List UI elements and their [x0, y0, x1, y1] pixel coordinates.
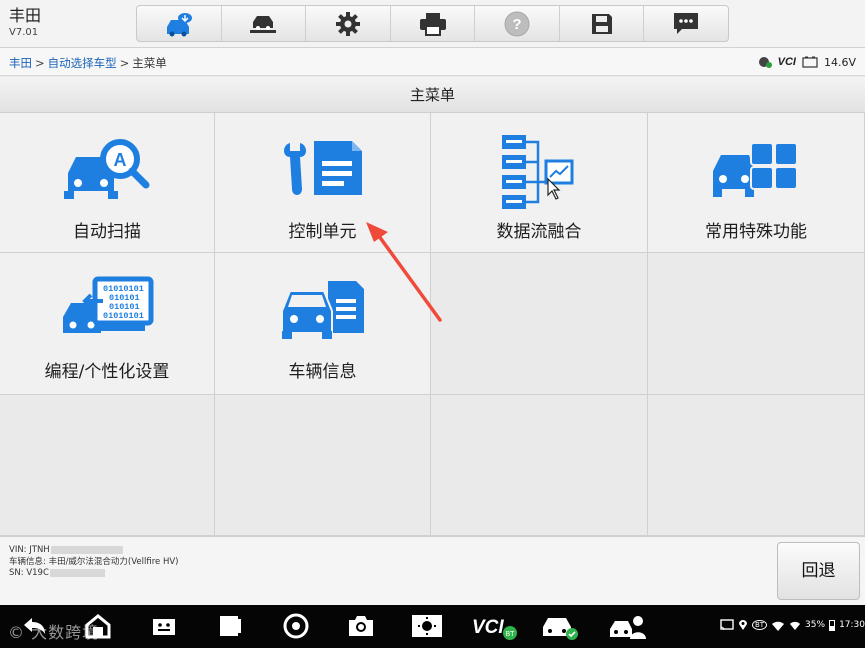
- help-icon: ?: [504, 11, 530, 36]
- menu-label: 自动扫描: [73, 222, 141, 242]
- menu-item-control-unit[interactable]: 控制单元: [215, 113, 431, 253]
- vehicle-cloud-icon: [166, 12, 192, 36]
- menu-label: 编程/个性化设置: [44, 362, 170, 382]
- page-title: 主菜单: [0, 77, 865, 113]
- vci-bt-icon[interactable]: VCI BT: [472, 613, 520, 641]
- back-nav-icon[interactable]: [20, 613, 48, 639]
- breadcrumb-current: 主菜单: [132, 56, 167, 70]
- special-functions-icon: [713, 142, 798, 197]
- menu-item-auto-scan[interactable]: A 自动扫描: [0, 113, 215, 253]
- vehicle-lift-button[interactable]: [222, 6, 307, 41]
- breadcrumb-separator: >: [119, 56, 130, 70]
- browser-icon[interactable]: [282, 613, 310, 639]
- battery-percent: 35%: [805, 620, 826, 630]
- menu-empty-slot: [431, 253, 648, 395]
- android-app-icon[interactable]: [150, 613, 178, 639]
- vehicle-lift-icon: [250, 15, 277, 33]
- menu-label: 数据流融合: [496, 222, 582, 242]
- menu-item-programming[interactable]: 01010101 010101 010101 01010101 编程/个性化设置: [0, 253, 215, 395]
- breadcrumb-bar: 丰田 > 自动选择车型 > 主菜单 VCI 14.6V: [0, 48, 865, 76]
- wifi-icon: [772, 621, 785, 631]
- message-button[interactable]: [644, 6, 728, 41]
- data-stream-icon: [502, 135, 574, 209]
- redacted-region: [50, 545, 123, 554]
- clock: 17:30: [839, 620, 865, 630]
- top-toolbar: 丰田 V7.01 ?: [0, 0, 865, 48]
- menu-empty-slot: [431, 395, 648, 536]
- brightness-icon[interactable]: [410, 613, 444, 639]
- vehicle-status-icon[interactable]: [540, 613, 580, 641]
- brand: 丰田 V7.01: [9, 6, 41, 39]
- vehicle-info-bar: VIN: JTNH 车辆信息: 丰田/威尔法混合动力(Vellfire HV) …: [0, 536, 865, 605]
- svg-text:BT: BT: [506, 631, 516, 638]
- menu-empty-slot: [648, 395, 865, 536]
- control-unit-icon: [283, 141, 362, 195]
- vci-status: VCI: [777, 56, 796, 68]
- save-icon: [591, 13, 612, 34]
- battery-voltage: 14.6V: [823, 55, 856, 69]
- location-icon: [738, 620, 747, 630]
- brand-name: 丰田: [9, 6, 42, 25]
- tool-strip: ?: [136, 5, 729, 42]
- help-button[interactable]: ?: [475, 6, 560, 41]
- bluetooth-badge: BT: [751, 620, 768, 630]
- menu-label: 常用特殊功能: [705, 222, 807, 242]
- main-menu-grid: A 自动扫描 控制单元 数据流融合 常用特殊功能 01010101 010101…: [0, 113, 865, 536]
- save-button[interactable]: [560, 6, 645, 41]
- back-button[interactable]: 回退: [777, 542, 860, 600]
- menu-empty-slot: [648, 253, 865, 395]
- breadcrumb: 丰田 > 自动选择车型 > 主菜单: [9, 55, 167, 71]
- menu-item-special-functions[interactable]: 常用特殊功能: [648, 113, 865, 253]
- vehicle-info-icon: [280, 281, 364, 339]
- serial-number-label: SN: V19C: [9, 568, 49, 578]
- menu-label: 控制单元: [288, 222, 357, 242]
- menu-item-data-stream[interactable]: 数据流融合: [431, 113, 648, 253]
- vehicle-details: VIN: JTNH 车辆信息: 丰田/威尔法混合动力(Vellfire HV) …: [9, 545, 178, 580]
- menu-empty-slot: [215, 395, 431, 536]
- vehicle-info-text: 车辆信息: 丰田/威尔法混合动力(Vellfire HV): [9, 556, 179, 567]
- vehicle-cloud-button[interactable]: [137, 6, 222, 41]
- svg-text:VCI: VCI: [472, 617, 504, 638]
- auto-scan-icon: A: [64, 139, 150, 199]
- gear-icon: [335, 11, 360, 36]
- signal-icon: [790, 621, 801, 630]
- breadcrumb-separator: >: [35, 56, 45, 70]
- printer-icon: [419, 12, 446, 36]
- cast-icon: [720, 619, 734, 631]
- message-icon: [674, 12, 699, 34]
- svg-text:01010101: 01010101: [103, 311, 144, 321]
- vin-label: VIN: JTNH: [9, 545, 50, 555]
- menu-item-vehicle-info[interactable]: 车辆信息: [215, 253, 431, 395]
- device-battery-icon: [829, 620, 836, 631]
- svg-text:A: A: [114, 150, 127, 170]
- recent-apps-icon[interactable]: [216, 613, 244, 639]
- redacted-region: [49, 568, 105, 577]
- connection-status: VCI 14.6V: [758, 55, 856, 69]
- camera-icon[interactable]: [346, 613, 376, 639]
- breadcrumb-item-auto-select[interactable]: 自动选择车型: [48, 56, 117, 70]
- battery-icon: [802, 56, 818, 68]
- app-version: V7.01: [9, 27, 39, 38]
- print-button[interactable]: [391, 6, 476, 41]
- technician-icon[interactable]: [608, 613, 648, 641]
- settings-button[interactable]: [306, 6, 391, 41]
- system-nav-bar: © 大数跨境 VCI BT BT 35% 17:30: [0, 605, 865, 648]
- system-status: BT 35% 17:30: [720, 619, 865, 631]
- menu-label: 车辆信息: [288, 362, 357, 382]
- programming-icon: 01010101 010101 010101 01010101: [63, 276, 154, 333]
- svg-text:?: ?: [513, 16, 522, 33]
- menu-empty-slot: [0, 395, 215, 536]
- breadcrumb-item-make[interactable]: 丰田: [9, 56, 32, 70]
- network-icon: [758, 57, 772, 68]
- home-nav-icon[interactable]: [84, 613, 112, 639]
